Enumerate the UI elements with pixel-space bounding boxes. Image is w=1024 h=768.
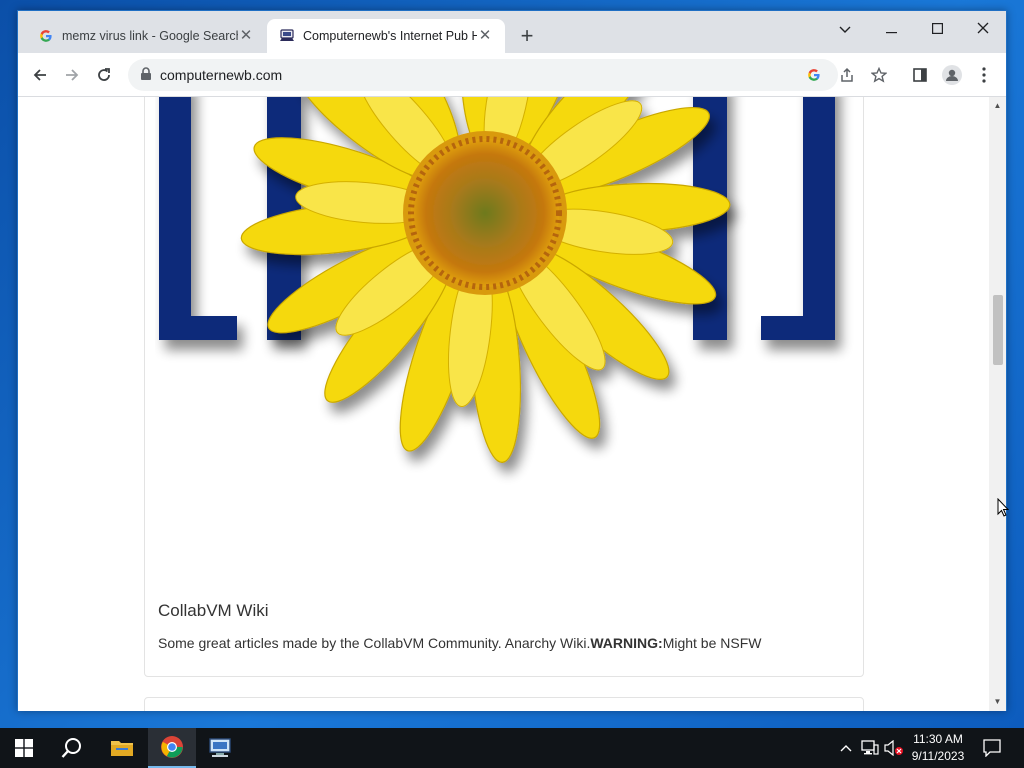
browser-window: memz virus link - Google Search ✕ Comput… — [17, 10, 1007, 711]
computernewb-icon — [279, 28, 295, 44]
back-icon[interactable] — [28, 63, 52, 87]
tab-close-icon[interactable]: ✕ — [238, 28, 254, 44]
google-lens-icon[interactable] — [805, 66, 823, 84]
card-description: Some great articles made by the CollabVM… — [158, 635, 762, 651]
forward-icon[interactable] — [60, 63, 84, 87]
collabvm-wiki-card[interactable]: CollabVM Wiki Some great articles made b… — [144, 97, 864, 677]
address-bar[interactable]: computernewb.com — [128, 59, 887, 91]
card-description-text: Some great articles made by the CollabVM… — [158, 635, 591, 651]
menu-kebab-icon[interactable] — [972, 63, 996, 87]
file-explorer-icon[interactable] — [98, 728, 146, 768]
next-card[interactable] — [144, 697, 864, 711]
scroll-down-arrow-icon[interactable]: ▼ — [993, 697, 1002, 706]
search-icon[interactable] — [48, 728, 96, 768]
bookmark-star-icon[interactable] — [870, 66, 888, 84]
sunflower-logo[interactable] — [155, 97, 855, 548]
lock-icon[interactable] — [140, 67, 152, 86]
tab-strip: memz virus link - Google Search ✕ Comput… — [18, 11, 1006, 53]
network-tray-icon[interactable] — [860, 738, 880, 758]
minimize-icon[interactable] — [868, 15, 914, 43]
side-panel-icon[interactable] — [908, 63, 932, 87]
tab-title: Computernewb's Internet Pub Hub — [303, 29, 477, 43]
tab-google-search[interactable]: memz virus link - Google Search ✕ — [26, 19, 266, 53]
clock-time: 11:30 AM — [913, 732, 963, 746]
profile-avatar-icon[interactable] — [940, 63, 964, 87]
tab-search-dropdown-icon[interactable] — [822, 15, 868, 43]
reload-icon[interactable] — [92, 63, 116, 87]
tab-title: memz virus link - Google Search — [62, 29, 238, 43]
card-title[interactable]: CollabVM Wiki — [158, 601, 269, 621]
network-app-icon[interactable] — [196, 728, 244, 768]
url-text: computernewb.com — [160, 67, 283, 83]
page-scrollbar[interactable]: ▲ ▼ — [989, 97, 1006, 711]
card-description-suffix: Might be NSFW — [662, 635, 762, 651]
tray-overflow-chevron-icon[interactable] — [836, 738, 856, 758]
start-icon[interactable] — [0, 728, 48, 768]
clock-date: 9/11/2023 — [911, 749, 965, 763]
tab-close-icon[interactable]: ✕ — [477, 28, 493, 44]
page-viewport: CollabVM Wiki Some great articles made b… — [18, 97, 1006, 711]
tab-computernewb[interactable]: Computernewb's Internet Pub Hub ✕ — [267, 19, 505, 53]
chrome-icon[interactable] — [148, 728, 196, 768]
mouse-cursor-icon — [997, 497, 1010, 523]
share-icon[interactable] — [838, 66, 856, 84]
volume-muted-icon[interactable] — [884, 738, 904, 758]
taskbar: 11:30 AM 9/11/2023 — [0, 728, 1024, 768]
warning-label: WARNING: — [590, 635, 663, 651]
maximize-icon[interactable] — [914, 15, 960, 43]
google-g-icon — [38, 28, 54, 44]
scroll-up-arrow-icon[interactable]: ▲ — [993, 101, 1002, 110]
scroll-thumb[interactable] — [993, 295, 1003, 365]
system-clock[interactable]: 11:30 AM 9/11/2023 — [906, 731, 970, 765]
notification-center-icon[interactable] — [982, 738, 1002, 758]
close-window-icon[interactable] — [960, 15, 1006, 43]
browser-toolbar: computernewb.com — [18, 53, 1006, 97]
new-tab-button[interactable]: + — [516, 25, 538, 47]
